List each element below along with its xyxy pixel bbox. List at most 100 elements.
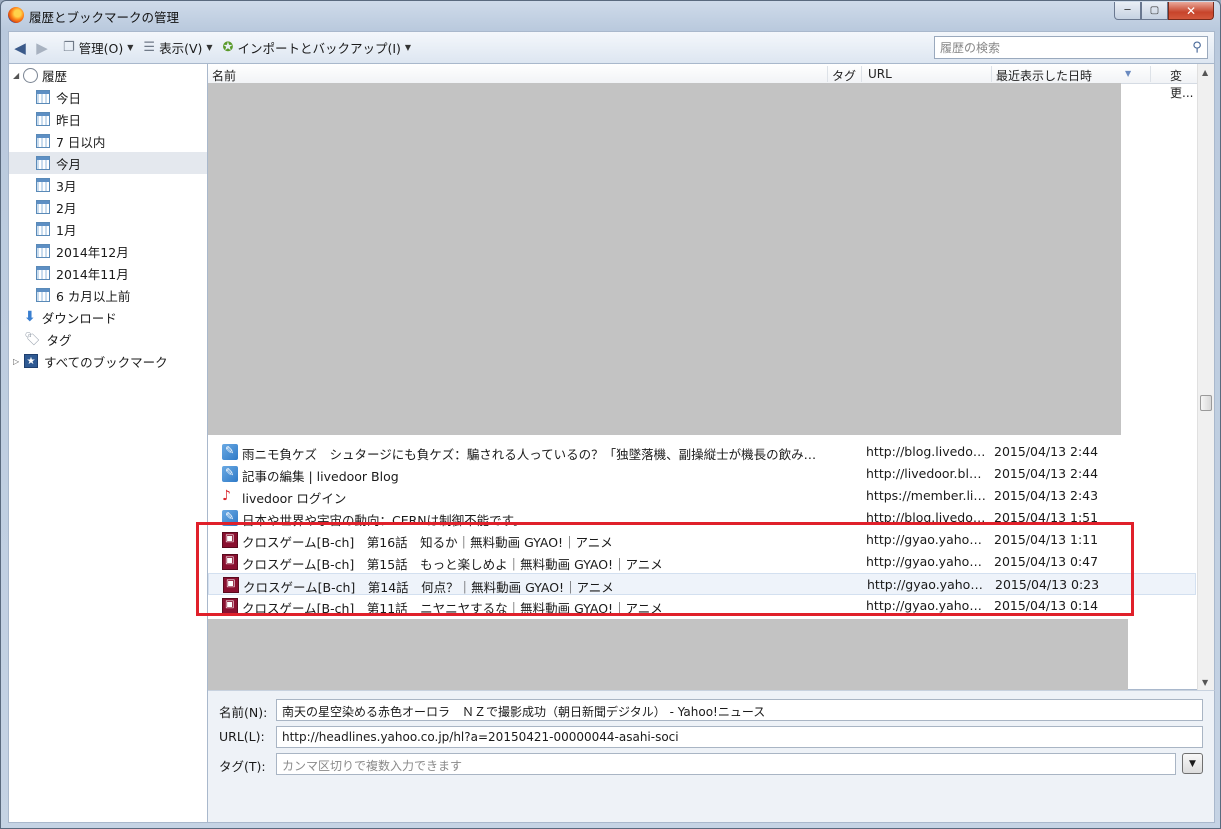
row-date: 2015/04/13 2:44 [994, 466, 1099, 481]
calendar-icon [36, 288, 50, 302]
table-row[interactable]: クロスゲーム[B-ch] 第11話 ニヤニヤするな｜無料動画 GYAO!｜アニメ… [208, 595, 1196, 617]
calendar-icon [36, 222, 50, 236]
tree-item-yesterday[interactable]: 昨日 [9, 108, 207, 130]
table-row[interactable]: 日本や世界や宇宙の動向：CERNは制御不能です。 http://blog.liv… [208, 507, 1196, 529]
organize-icon: ❐ [63, 40, 75, 55]
sidebar-tree: ◢ 履歴 今日 昨日 7 日以内 今月 3月 2月 1月 2014年12月 20… [8, 63, 208, 823]
tree-item-tags[interactable]: 🏷 タグ [9, 328, 207, 350]
tree-item-march[interactable]: 3月 [9, 174, 207, 196]
gyao-icon [223, 577, 239, 593]
back-button[interactable]: ◀ [9, 37, 31, 59]
tree-item-january[interactable]: 1月 [9, 218, 207, 240]
tree-label: 2月 [56, 200, 77, 216]
minimize-button[interactable]: ─ [1114, 2, 1141, 20]
tree-item-downloads[interactable]: ⬇ ダウンロード [9, 306, 207, 328]
row-title: 日本や世界や宇宙の動向：CERNは制御不能です。 [242, 513, 526, 528]
calendar-icon [36, 112, 50, 126]
row-title: クロスゲーム[B-ch] 第14話 何点？｜無料動画 GYAO!｜アニメ [243, 580, 614, 595]
list-view-icon: ☰ [143, 40, 156, 55]
calendar-icon [36, 90, 50, 104]
row-url: http://livedoor.blo.... [866, 466, 988, 481]
url-field[interactable]: http://headlines.yahoo.co.jp/hl?a=201504… [276, 726, 1203, 748]
table-row[interactable]: 記事の編集 | livedoor Blog http://livedoor.bl… [208, 463, 1196, 485]
expanded-twisty-icon[interactable]: ◢ [13, 71, 19, 80]
tree-item-2014-12[interactable]: 2014年12月 [9, 240, 207, 262]
column-header-name[interactable]: 名前 [212, 67, 236, 84]
table-row[interactable]: 雨ニモ負ケズ シュタージにも負ケズ：騙される人っているの？「独墜落機、副操縦士が… [208, 441, 1196, 463]
bookmarks-star-icon: ★ [24, 354, 38, 368]
title-bar: 履歴とブックマークの管理 ─ ▢ ✕ [1, 1, 1220, 29]
tree-label: すべてのブックマーク [44, 354, 168, 370]
calendar-icon [36, 200, 50, 214]
calendar-icon [36, 156, 50, 170]
table-row[interactable]: クロスゲーム[B-ch] 第16話 知るか｜無料動画 GYAO!｜アニメ htt… [208, 529, 1196, 551]
tree-label: 2014年11月 [56, 266, 129, 282]
column-divider[interactable] [827, 66, 828, 82]
column-header-date[interactable]: 最近表示した日時 [996, 67, 1092, 84]
row-date: 2015/04/13 1:11 [994, 532, 1099, 547]
history-search[interactable]: ⚲ [934, 36, 1208, 59]
scrollbar-thumb[interactable] [1200, 395, 1212, 411]
tree-item-history[interactable]: ◢ 履歴 [9, 64, 207, 86]
tree-item-february[interactable]: 2月 [9, 196, 207, 218]
vertical-scrollbar[interactable]: ▲ ▼ [1197, 64, 1214, 691]
livedoor-icon [222, 444, 238, 460]
close-button[interactable]: ✕ [1168, 2, 1214, 20]
table-row[interactable]: ♪ livedoor ログイン https://member.liv.... 2… [208, 485, 1196, 507]
gyao-icon [222, 532, 238, 548]
scroll-down-icon[interactable]: ▼ [1202, 678, 1208, 687]
organize-label: 管理(O) [78, 41, 124, 56]
row-date: 2015/04/13 1:51 [994, 510, 1099, 525]
tree-item-today[interactable]: 今日 [9, 86, 207, 108]
tree-item-older[interactable]: 6 カ月以上前 [9, 284, 207, 306]
row-url: http://gyao.yahoo.... [866, 598, 988, 613]
tree-label: 昨日 [56, 112, 82, 128]
column-divider[interactable] [1150, 66, 1151, 82]
history-list: 名前 タグ URL 最近表示した日時 ▼ 変更... 雨ニモ負ケズ シュタージに… [208, 63, 1215, 692]
tree-label: 1月 [56, 222, 77, 238]
redacted-area [208, 619, 1128, 692]
tree-item-last-7-days[interactable]: 7 日以内 [9, 130, 207, 152]
tags-dropdown-button[interactable]: ▼ [1182, 753, 1203, 774]
scroll-up-icon[interactable]: ▲ [1202, 68, 1208, 77]
window-controls: ─ ▢ ✕ [1114, 2, 1214, 20]
tree-item-all-bookmarks[interactable]: ▷ ★ すべてのブックマーク [9, 350, 207, 372]
search-input[interactable] [935, 40, 1187, 55]
chevron-down-icon: ▼ [1189, 758, 1196, 769]
row-title: 雨ニモ負ケズ シュタージにも負ケズ：騙される人っているの？「独墜落機、副操縦士が… [242, 447, 822, 462]
calendar-icon [36, 244, 50, 258]
playstation-icon: ♪ [222, 488, 231, 504]
views-menu[interactable]: ☰ 表示(V) ▼ [143, 38, 212, 57]
views-label: 表示(V) [159, 41, 203, 56]
import-label: インポートとバックアップ(I) [237, 41, 401, 56]
collapsed-twisty-icon[interactable]: ▷ [13, 357, 19, 366]
tags-field[interactable]: カンマ区切りで複数入力できます [276, 753, 1176, 775]
organize-menu[interactable]: ❐ 管理(O) ▼ [63, 38, 133, 57]
download-arrow-icon: ⬇ [24, 309, 36, 325]
row-url: http://blog.livedoo.... [866, 510, 988, 525]
search-icon[interactable]: ⚲ [1187, 40, 1207, 55]
maximize-button[interactable]: ▢ [1141, 2, 1168, 20]
toolbar: ◀ ▶ ❐ 管理(O) ▼ ☰ 表示(V) ▼ ✪ インポートとバックアップ(I… [8, 31, 1215, 63]
row-date: 2015/04/13 0:47 [994, 554, 1099, 569]
column-header-changed[interactable]: 変更... [1170, 67, 1198, 101]
column-header-tags[interactable]: タグ [832, 67, 856, 84]
table-row[interactable]: クロスゲーム[B-ch] 第15話 もっと楽しめよ｜無料動画 GYAO!｜アニメ… [208, 551, 1196, 573]
name-field[interactable]: 南天の星空染める赤色オーロラ ＮＺで撮影成功（朝日新聞デジタル） - Yahoo… [276, 699, 1203, 721]
tag-icon: 🏷 [24, 331, 41, 347]
forward-button[interactable]: ▶ [31, 37, 53, 59]
window-title: 履歴とブックマークの管理 [29, 10, 180, 25]
row-date: 2015/04/13 2:44 [994, 444, 1099, 459]
tree-item-2014-11[interactable]: 2014年11月 [9, 262, 207, 284]
column-header-url[interactable]: URL [868, 67, 892, 81]
import-backup-menu[interactable]: ✪ インポートとバックアップ(I) ▼ [223, 38, 412, 57]
tree-item-this-month[interactable]: 今月 [9, 152, 207, 174]
row-title: livedoor ログイン [242, 491, 347, 506]
details-pane: 名前(N): 南天の星空染める赤色オーロラ ＮＺで撮影成功（朝日新聞デジタル） … [208, 690, 1215, 823]
tree-label: 6 カ月以上前 [56, 288, 131, 304]
table-row[interactable]: クロスゲーム[B-ch] 第14話 何点？｜無料動画 GYAO!｜アニメ htt… [208, 573, 1196, 595]
column-divider[interactable] [991, 66, 992, 82]
column-divider[interactable] [861, 66, 862, 82]
chevron-down-icon: ▼ [127, 43, 134, 52]
tree-label: 7 日以内 [56, 134, 106, 150]
